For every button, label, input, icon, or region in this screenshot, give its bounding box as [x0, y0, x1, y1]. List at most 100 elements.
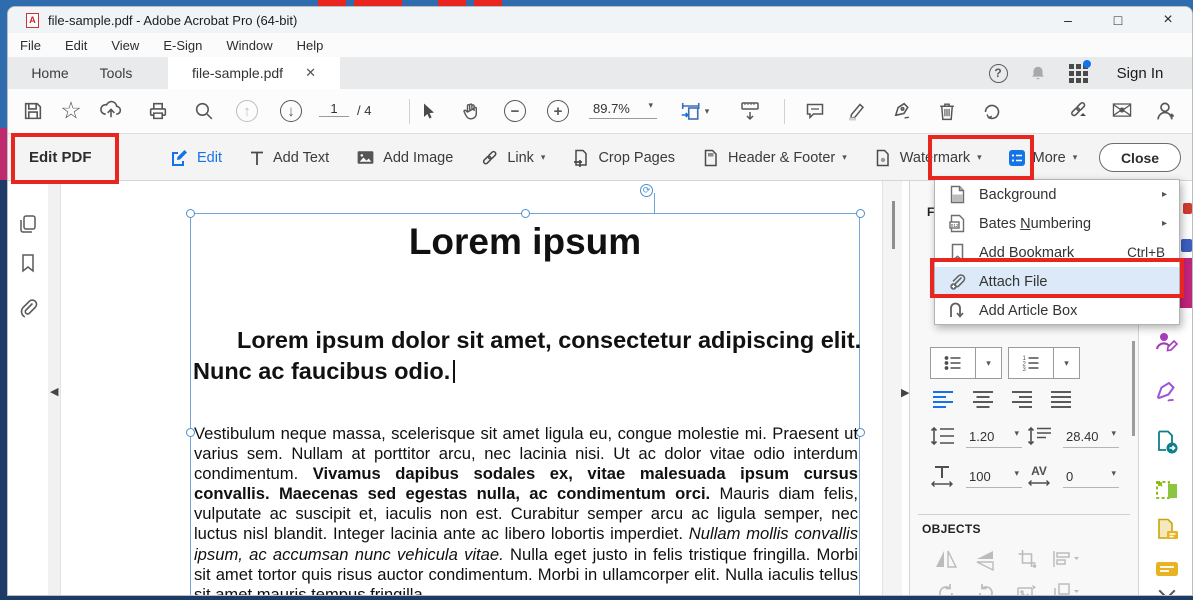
- more-button[interactable]: More ▾: [1008, 149, 1078, 167]
- attachments-panel-button[interactable]: [17, 297, 39, 319]
- save-button[interactable]: [23, 101, 44, 122]
- format-panel-scrollbar[interactable]: [1132, 341, 1135, 436]
- link-button[interactable]: Link ▾: [479, 147, 545, 168]
- horizontal-scale-select[interactable]: 100 ▾: [966, 469, 1022, 488]
- more-tools-chevron[interactable]: [1161, 585, 1173, 596]
- menu-item-attach-file[interactable]: Attach File: [935, 267, 1179, 296]
- comments-tool-button[interactable]: [1154, 560, 1180, 580]
- arrange-objects-button[interactable]: [1051, 582, 1081, 596]
- star-button[interactable]: ☆: [60, 97, 82, 126]
- email-button[interactable]: ✉: [1111, 96, 1133, 127]
- menu-esign[interactable]: E-Sign: [163, 38, 202, 53]
- close-window-button[interactable]: ×: [1148, 7, 1188, 33]
- search-button[interactable]: [194, 101, 215, 122]
- menu-item-add-article-box[interactable]: Add Article Box: [935, 296, 1179, 325]
- replace-image-button[interactable]: [1015, 582, 1039, 596]
- print-button[interactable]: [148, 101, 169, 122]
- align-right-button[interactable]: [1011, 390, 1033, 408]
- sign-button[interactable]: [891, 100, 914, 123]
- organize-pages-tool-button[interactable]: [1154, 477, 1180, 503]
- flip-vertical-button[interactable]: [975, 549, 997, 571]
- delete-button[interactable]: [937, 101, 958, 122]
- menu-item-background[interactable]: Background ▸: [935, 180, 1179, 209]
- page-number-input[interactable]: 1: [319, 101, 349, 117]
- page-thumbnails-button[interactable]: [17, 213, 39, 235]
- tab-tools[interactable]: Tools: [84, 57, 148, 89]
- share-link-button[interactable]: [1066, 99, 1090, 123]
- watermark-button[interactable]: Watermark ▾: [873, 148, 982, 168]
- flip-horizontal-button[interactable]: [934, 549, 958, 569]
- crop-pages-button[interactable]: Crop Pages: [571, 148, 675, 168]
- redo-button[interactable]: [981, 100, 1003, 122]
- sign-certificate-tool-button[interactable]: [1154, 379, 1180, 405]
- expand-panel-arrow[interactable]: ▶: [901, 386, 909, 399]
- zoom-in-button[interactable]: +: [547, 100, 569, 122]
- menu-item-bates-numbering[interactable]: 012 Bates Numbering ▸: [935, 209, 1179, 238]
- bookmark-icon: [18, 252, 38, 274]
- resize-handle[interactable]: [521, 209, 530, 218]
- align-justify-button[interactable]: [1050, 390, 1072, 408]
- tab-close-icon[interactable]: ✕: [305, 65, 316, 81]
- numbered-list-dropdown[interactable]: ▾: [1053, 348, 1079, 378]
- scrollbar-thumb[interactable]: [892, 201, 895, 249]
- menu-view[interactable]: View: [111, 38, 139, 53]
- align-justify-icon: [1050, 390, 1072, 408]
- character-spacing-select[interactable]: 0 ▾: [1063, 469, 1119, 488]
- align-left-button[interactable]: [932, 390, 954, 408]
- menu-help[interactable]: Help: [297, 38, 324, 53]
- sign-in-button[interactable]: Sign In: [1108, 61, 1172, 85]
- zoom-level-select[interactable]: 89.7% ▾: [589, 101, 657, 119]
- highlight-button[interactable]: [845, 100, 867, 122]
- minimize-button[interactable]: –: [1048, 7, 1088, 33]
- hand-tool-button[interactable]: [460, 100, 482, 122]
- chevron-down-icon: ▾: [1064, 359, 1069, 368]
- maximize-button[interactable]: □: [1098, 7, 1138, 33]
- bullet-list-button[interactable]: [931, 348, 975, 378]
- fill-sign-tool-button[interactable]: [1154, 329, 1180, 355]
- line-spacing-select[interactable]: 1.20 ▾: [966, 429, 1022, 448]
- crop-object-button[interactable]: [1017, 548, 1038, 569]
- resize-handle[interactable]: [856, 209, 865, 218]
- header-footer-button[interactable]: Header & Footer ▾: [701, 148, 847, 168]
- chevron-down-icon: ▾: [1014, 429, 1019, 444]
- resize-handle[interactable]: [186, 209, 195, 218]
- select-tool-button[interactable]: [418, 101, 438, 121]
- export-pdf-tool-button[interactable]: [1154, 429, 1180, 455]
- apps-grid-button[interactable]: [1065, 61, 1091, 85]
- bullet-list-dropdown[interactable]: ▾: [975, 348, 1001, 378]
- document-scrollbar[interactable]: [882, 181, 902, 596]
- tab-document[interactable]: file-sample.pdf ✕: [168, 57, 340, 89]
- notifications-button[interactable]: [1026, 61, 1050, 85]
- add-text-button[interactable]: Add Text: [248, 149, 329, 167]
- collapse-left-panel-arrow[interactable]: ◀: [50, 385, 58, 398]
- align-center-button[interactable]: [972, 390, 994, 408]
- bell-icon: [1029, 64, 1047, 82]
- zoom-out-button[interactable]: −: [504, 100, 526, 122]
- numbered-list-button[interactable]: 123: [1009, 348, 1053, 378]
- request-signatures-tool-button[interactable]: [1154, 517, 1180, 543]
- ruler-tools-button[interactable]: [738, 99, 762, 123]
- paragraph-spacing-select[interactable]: 28.40 ▾: [1063, 429, 1119, 448]
- menu-edit[interactable]: Edit: [65, 38, 87, 53]
- close-editpdf-button[interactable]: Close: [1099, 143, 1181, 172]
- help-button[interactable]: ?: [986, 61, 1010, 85]
- rotate-handle[interactable]: ⟳: [640, 184, 653, 197]
- rotate-cw-button[interactable]: [975, 582, 997, 596]
- add-reviewer-button[interactable]: [1155, 100, 1178, 123]
- menu-window[interactable]: Window: [226, 38, 272, 53]
- edit-tool-button[interactable]: Edit: [168, 147, 222, 169]
- share-button[interactable]: [100, 100, 123, 123]
- bookmarks-panel-button[interactable]: [18, 252, 38, 274]
- pdf-page[interactable]: ⟳ Lorem ipsum Lorem ipsum dolor sit amet…: [61, 181, 882, 596]
- rotate-ccw-button[interactable]: [935, 582, 957, 596]
- comment-button[interactable]: [804, 100, 826, 122]
- add-image-button[interactable]: Add Image: [355, 147, 453, 168]
- edit-pencil-icon: [168, 147, 190, 169]
- tab-home[interactable]: Home: [18, 57, 82, 89]
- next-page-button[interactable]: ↓: [280, 100, 302, 122]
- menu-item-add-bookmark[interactable]: Add Bookmark Ctrl+B: [935, 238, 1179, 267]
- menu-file[interactable]: File: [20, 38, 41, 53]
- align-objects-button[interactable]: [1051, 549, 1081, 569]
- page-fit-button[interactable]: ▾: [679, 99, 710, 123]
- previous-page-button[interactable]: ↑: [236, 100, 258, 122]
